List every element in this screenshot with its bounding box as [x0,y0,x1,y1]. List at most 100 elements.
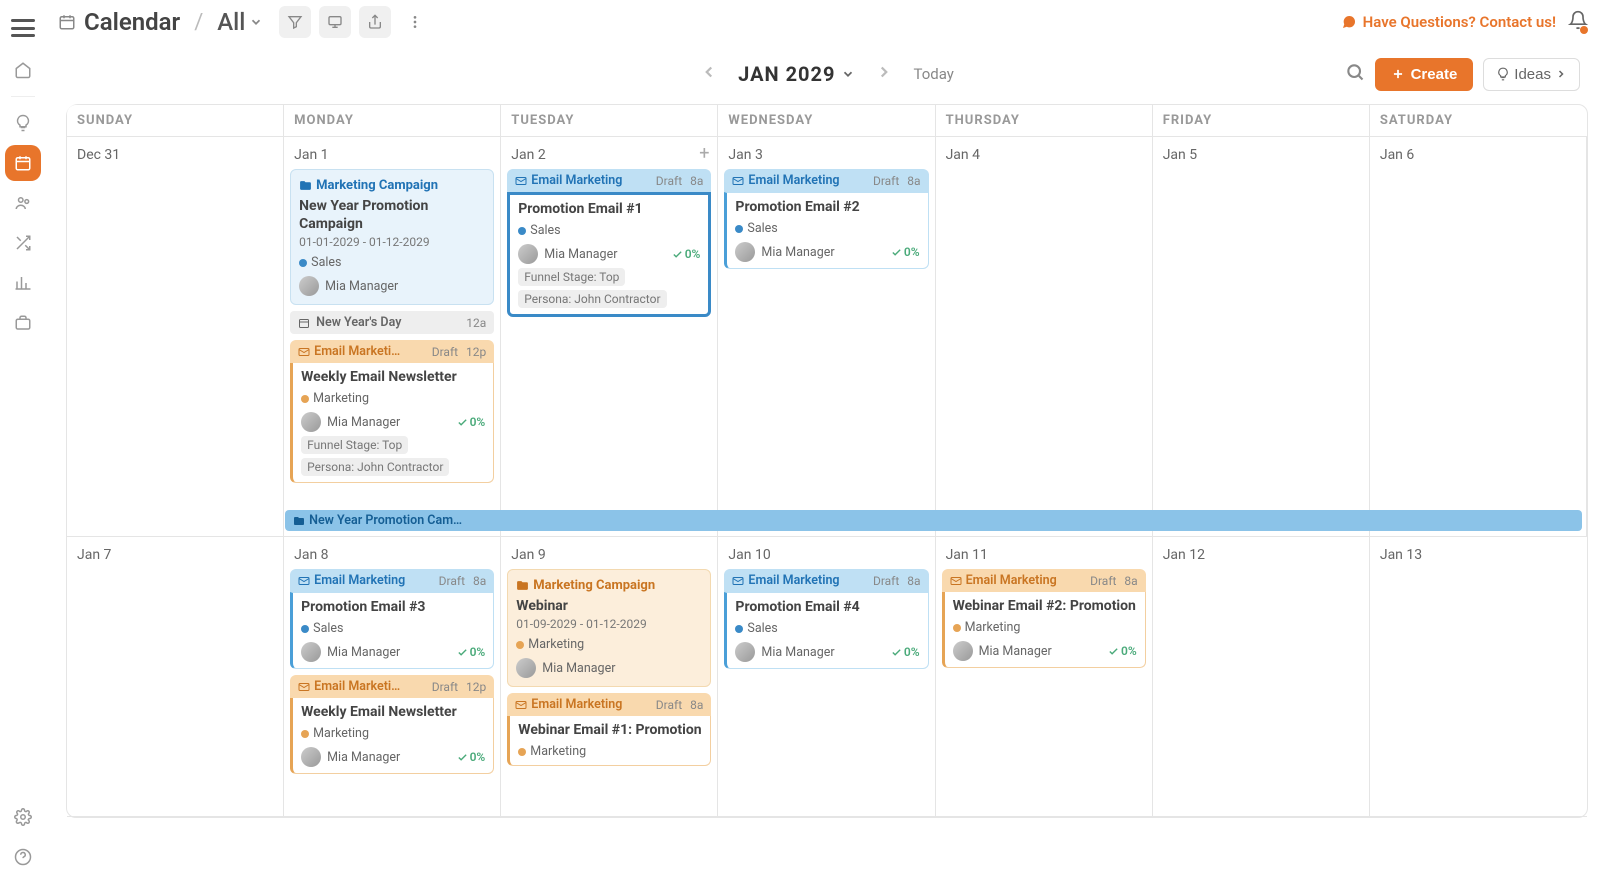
card-status: Draft [873,574,899,588]
event-card[interactable]: Email MarketingDraft8a Promotion Email #… [724,569,928,669]
search-icon [1345,62,1365,82]
sidebar-team[interactable] [5,185,41,221]
day-cell[interactable]: Jan 10 Email MarketingDraft8a Promotion … [718,537,935,817]
dow-tue: TUESDAY [501,105,718,137]
event-card[interactable]: Email Marketing Draft 8a Promotion Email… [507,169,711,317]
avatar [301,747,321,767]
dow-sat: SATURDAY [1370,105,1587,137]
prev-month[interactable] [692,59,726,89]
tag-dot [301,730,309,738]
tag-dot [301,625,309,633]
hamburger-menu[interactable] [5,10,41,46]
filter-button[interactable] [279,6,311,38]
event-card[interactable]: Email Marketi… Draft 12p Weekly Email Ne… [290,340,494,483]
bulb-icon [14,114,32,132]
sidebar-help[interactable] [5,839,41,875]
campaign-span-bar[interactable]: New Year Promotion Cam… [285,510,1582,531]
tag-label: Sales [311,255,341,270]
add-event-button[interactable]: + [699,143,709,164]
check-icon [1108,646,1119,657]
month-selector[interactable]: JAN 2029 [738,62,855,86]
notification-bell[interactable] [1568,10,1588,34]
progress-label: 0% [470,645,486,659]
email-icon [515,699,527,711]
tag-label: Sales [747,221,777,236]
card-title: Promotion Email #1 [518,201,700,217]
day-cell[interactable]: Jan 11 Email MarketingDraft8a Webinar Em… [936,537,1153,817]
tag-dot [516,641,524,649]
day-cell[interactable]: Jan 13 [1370,537,1587,817]
day-cell[interactable]: Jan 4 [936,137,1153,537]
event-card[interactable]: Email MarketingDraft8a Webinar Email #1:… [507,693,711,766]
card-status: Draft [656,698,682,712]
person-name: Mia Manager [327,415,400,430]
day-cell[interactable]: Jan 2 + Email Marketing Draft 8a Promoti… [501,137,718,537]
day-cell[interactable]: Jan 7 [67,537,284,817]
ideas-button[interactable]: Ideas [1483,58,1580,91]
sidebar-shuffle[interactable] [5,225,41,261]
day-cell[interactable]: Jan 3 Email Marketing Draft 8a Promotion… [718,137,935,537]
campaign-name: Webinar [516,597,702,615]
event-card[interactable]: Email MarketingDraft8a Webinar Email #2:… [942,569,1146,668]
day-number: Jan 12 [1163,547,1359,563]
day-cell[interactable]: Jan 9 Marketing Campaign Webinar 01-09-2… [501,537,718,817]
breadcrumb-sub[interactable]: All [217,8,263,36]
dow-sun: SUNDAY [67,105,284,137]
card-type: Email Marketi… [314,344,400,359]
progress-label: 0% [470,415,486,429]
share-button[interactable] [359,6,391,38]
chevron-left-icon [700,63,718,81]
campaign-card[interactable]: Marketing Campaign Webinar 01-09-2029 - … [507,569,711,687]
sidebar-assets[interactable] [5,305,41,341]
next-month[interactable] [867,59,901,89]
tag-dot [953,624,961,632]
create-button[interactable]: Create [1375,58,1474,91]
event-card[interactable]: Email MarketingDraft8a Promotion Email #… [290,569,494,669]
sidebar-calendar[interactable] [5,145,41,181]
folder-icon [293,515,305,527]
tag-label: Marketing [313,391,369,406]
day-cell[interactable]: Jan 6 [1370,137,1587,537]
sidebar-ideas[interactable] [5,105,41,141]
span-bar-label: New Year Promotion Cam… [309,513,462,528]
holiday-bar[interactable]: New Year's Day 12a [290,311,494,334]
card-title: Promotion Email #4 [735,599,919,615]
tag-label: Sales [747,621,777,636]
card-status: Draft [432,345,458,359]
card-title: Webinar Email #2: Promotion [953,598,1137,614]
card-time: 8a [690,174,703,188]
event-card[interactable]: Email Marketing Draft 8a Promotion Email… [724,169,928,269]
today-button[interactable]: Today [913,65,953,83]
sidebar-analytics[interactable] [5,265,41,301]
sidebar-home[interactable] [5,52,41,88]
event-card[interactable]: Email Marketi…Draft12p Weekly Email News… [290,675,494,774]
card-time: 8a [473,574,486,588]
more-button[interactable] [399,6,431,38]
check-icon [457,752,468,763]
tag-dot [299,259,307,267]
avatar [735,642,755,662]
persona-pill: Persona: John Contractor [301,458,449,476]
day-cell[interactable]: Jan 1 Marketing Campaign New Year Promot… [284,137,501,537]
calendar-tiny-icon [298,317,310,329]
display-button[interactable] [319,6,351,38]
breadcrumb-root[interactable]: Calendar [84,8,180,36]
day-cell[interactable]: Dec 31 [67,137,284,537]
day-cell[interactable]: Jan 12 [1153,537,1370,817]
contact-label: Have Questions? Contact us! [1363,13,1556,31]
day-number: Jan 5 [1163,147,1359,163]
email-icon [515,175,527,187]
sidebar-settings[interactable] [5,799,41,835]
hamburger-icon [11,19,35,37]
day-cell[interactable]: Jan 8 Email MarketingDraft8a Promotion E… [284,537,501,817]
team-icon [14,194,32,212]
search-button[interactable] [1345,62,1365,86]
folder-icon [516,579,529,592]
day-cell[interactable]: Jan 5 [1153,137,1370,537]
card-type: Email Marketing [748,173,839,188]
campaign-card[interactable]: Marketing Campaign New Year Promotion Ca… [290,169,494,305]
card-status: Draft [656,174,682,188]
contact-link[interactable]: Have Questions? Contact us! [1341,13,1556,31]
share-icon [367,14,383,30]
more-vertical-icon [407,14,423,30]
